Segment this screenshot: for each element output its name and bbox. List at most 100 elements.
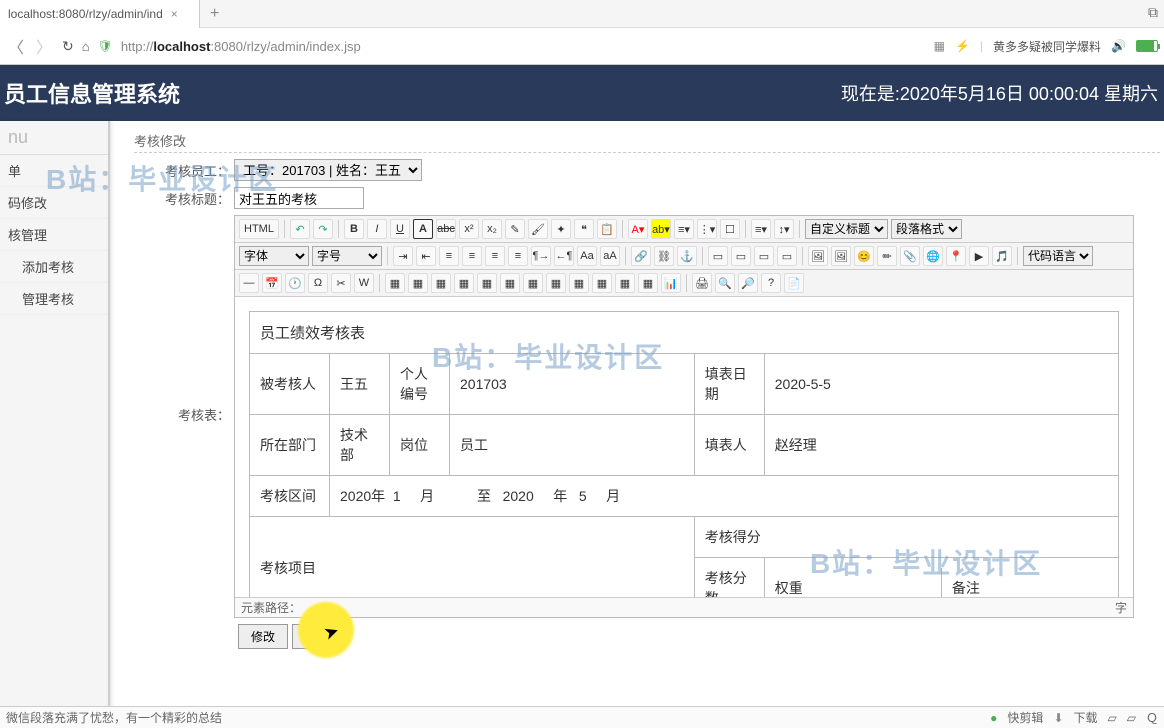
italic-button[interactable]: I	[367, 219, 387, 239]
custom-style-select[interactable]: 自定义标题	[805, 219, 888, 239]
merge-cells-button[interactable]: ▦	[523, 273, 543, 293]
superscript-button[interactable]: x²	[459, 219, 479, 239]
download-label[interactable]: 下载	[1074, 709, 1098, 726]
doodle-button[interactable]: ✏	[877, 246, 897, 266]
selectall-button[interactable]: ☐	[720, 219, 740, 239]
home-button[interactable]: ⌂	[82, 39, 90, 54]
ul-button[interactable]: ⋮▾	[697, 219, 717, 239]
clip-icon[interactable]: ●	[990, 711, 997, 725]
undo-button[interactable]: ↶	[290, 219, 310, 239]
del-table-button[interactable]: ▦	[408, 273, 428, 293]
qr-icon[interactable]: ▦	[934, 39, 945, 53]
sb-icon-3[interactable]: Ｑ	[1146, 709, 1158, 726]
blockquote-button[interactable]: ❝	[574, 219, 594, 239]
map-button[interactable]: 🌐	[923, 246, 943, 266]
align-right-button[interactable]: ≡	[485, 246, 505, 266]
volume-icon[interactable]: 🔊	[1111, 39, 1126, 53]
flash-icon[interactable]: ⚡	[955, 39, 970, 53]
draft-button[interactable]: 📄	[784, 273, 804, 293]
print-button[interactable]: 🖨	[692, 273, 712, 293]
insert-col-button[interactable]: ▦	[477, 273, 497, 293]
clip-label[interactable]: 快剪辑	[1007, 709, 1043, 726]
paste-plain-button[interactable]: 📋	[597, 219, 617, 239]
gmap-button[interactable]: 📍	[946, 246, 966, 266]
font-family-select[interactable]: 字体	[239, 246, 309, 266]
time-button[interactable]: 🕐	[285, 273, 305, 293]
autotype-button[interactable]: ✦	[551, 219, 571, 239]
image-left-button[interactable]: ▭	[708, 246, 728, 266]
align-center-button[interactable]: ≡	[462, 246, 482, 266]
hr-button[interactable]: —	[239, 273, 259, 293]
image-none-button[interactable]: ▭	[777, 246, 797, 266]
attach-button[interactable]: 📎	[900, 246, 920, 266]
help-button[interactable]: ?	[761, 273, 781, 293]
upper-button[interactable]: Aa	[577, 246, 597, 266]
address-bar[interactable]: http://localhost:8080/rlzy/admin/index.j…	[121, 39, 361, 54]
fontborder-button[interactable]: A	[413, 219, 433, 239]
paragraph-select[interactable]: 段落格式	[891, 219, 962, 239]
ol-button[interactable]: ≡▾	[674, 219, 694, 239]
html-source-button[interactable]: HTML	[239, 219, 279, 239]
format-brush-button[interactable]: 🖌	[528, 219, 548, 239]
bold-button[interactable]: B	[344, 219, 364, 239]
image-center-button[interactable]: ▭	[754, 246, 774, 266]
underline-button[interactable]: U	[390, 219, 410, 239]
forward-button[interactable]: 〉	[34, 34, 54, 58]
close-tab-icon[interactable]: ×	[171, 7, 178, 21]
split-cols-button[interactable]: ▦	[638, 273, 658, 293]
sb-icon-2[interactable]: ▱	[1127, 711, 1136, 725]
split-rows-button[interactable]: ▦	[615, 273, 635, 293]
sidebar-item-1[interactable]: 码修改	[0, 187, 108, 219]
special-char-button[interactable]: Ω	[308, 273, 328, 293]
editor-content[interactable]: 员工绩效考核表 被考核人 王五 个人编号 201703 填表日期 2020-5-…	[235, 297, 1133, 597]
emp-select[interactable]: 工号：201703 | 姓名：王五	[234, 159, 422, 181]
indent-button[interactable]: ⇥	[393, 246, 413, 266]
ltr-button[interactable]: ¶→	[531, 246, 551, 266]
multi-image-button[interactable]: 🖼	[831, 246, 851, 266]
image-right-button[interactable]: ▭	[731, 246, 751, 266]
window-resize-icon[interactable]: ⧉	[1148, 4, 1158, 21]
merge-right-button[interactable]: ▦	[546, 273, 566, 293]
split-cells-button[interactable]: ▦	[592, 273, 612, 293]
backcolor-button[interactable]: ab▾	[651, 219, 671, 239]
sidebar-item-3[interactable]: 添加考核	[0, 251, 108, 283]
clear-format-button[interactable]: ✎	[505, 219, 525, 239]
sidebar-item-2[interactable]: 核管理	[0, 219, 108, 251]
lower-button[interactable]: aA	[600, 246, 620, 266]
sidebar-item-4[interactable]: 管理考核	[0, 283, 108, 315]
find-button[interactable]: 🔎	[738, 273, 758, 293]
del-col-button[interactable]: ▦	[500, 273, 520, 293]
back-button[interactable]: 〈	[6, 34, 26, 58]
browser-tab[interactable]: localhost:8080/rlzy/admin/ind ×	[0, 0, 200, 28]
emoji-button[interactable]: 😊	[854, 246, 874, 266]
forecolor-button[interactable]: A▾	[628, 219, 648, 239]
reload-button[interactable]: ↻	[62, 38, 74, 55]
redo-button[interactable]: ↷	[313, 219, 333, 239]
rowspace-button[interactable]: ≡▾	[751, 219, 771, 239]
news-headline[interactable]: 黄多多疑被同学爆料	[993, 38, 1101, 55]
merge-down-button[interactable]: ▦	[569, 273, 589, 293]
new-tab-button[interactable]: +	[200, 5, 229, 23]
title-input[interactable]	[234, 187, 364, 209]
preview-button[interactable]: 🔍	[715, 273, 735, 293]
date-button[interactable]: 📅	[262, 273, 282, 293]
snapscreen-button[interactable]: ✂	[331, 273, 351, 293]
align-left-button[interactable]: ≡	[439, 246, 459, 266]
anchor-button[interactable]: ⚓	[677, 246, 697, 266]
sidebar-item-0[interactable]: 单	[0, 155, 108, 187]
video-button[interactable]: ▶	[969, 246, 989, 266]
font-size-select[interactable]: 字号	[312, 246, 382, 266]
subscript-button[interactable]: x₂	[482, 219, 502, 239]
music-button[interactable]: 🎵	[992, 246, 1012, 266]
download-icon[interactable]: ⬇	[1053, 711, 1063, 725]
wordimage-button[interactable]: W	[354, 273, 374, 293]
align-justify-button[interactable]: ≡	[508, 246, 528, 266]
unlink-button[interactable]: ⛓	[654, 246, 674, 266]
del-row-button[interactable]: ▦	[454, 273, 474, 293]
image-button[interactable]: 🖼	[808, 246, 828, 266]
outdent-button[interactable]: ⇤	[416, 246, 436, 266]
code-lang-select[interactable]: 代码语言	[1023, 246, 1093, 266]
insert-row-button[interactable]: ▦	[431, 273, 451, 293]
submit-button[interactable]: 修改	[238, 624, 288, 649]
chart-button[interactable]: 📊	[661, 273, 681, 293]
